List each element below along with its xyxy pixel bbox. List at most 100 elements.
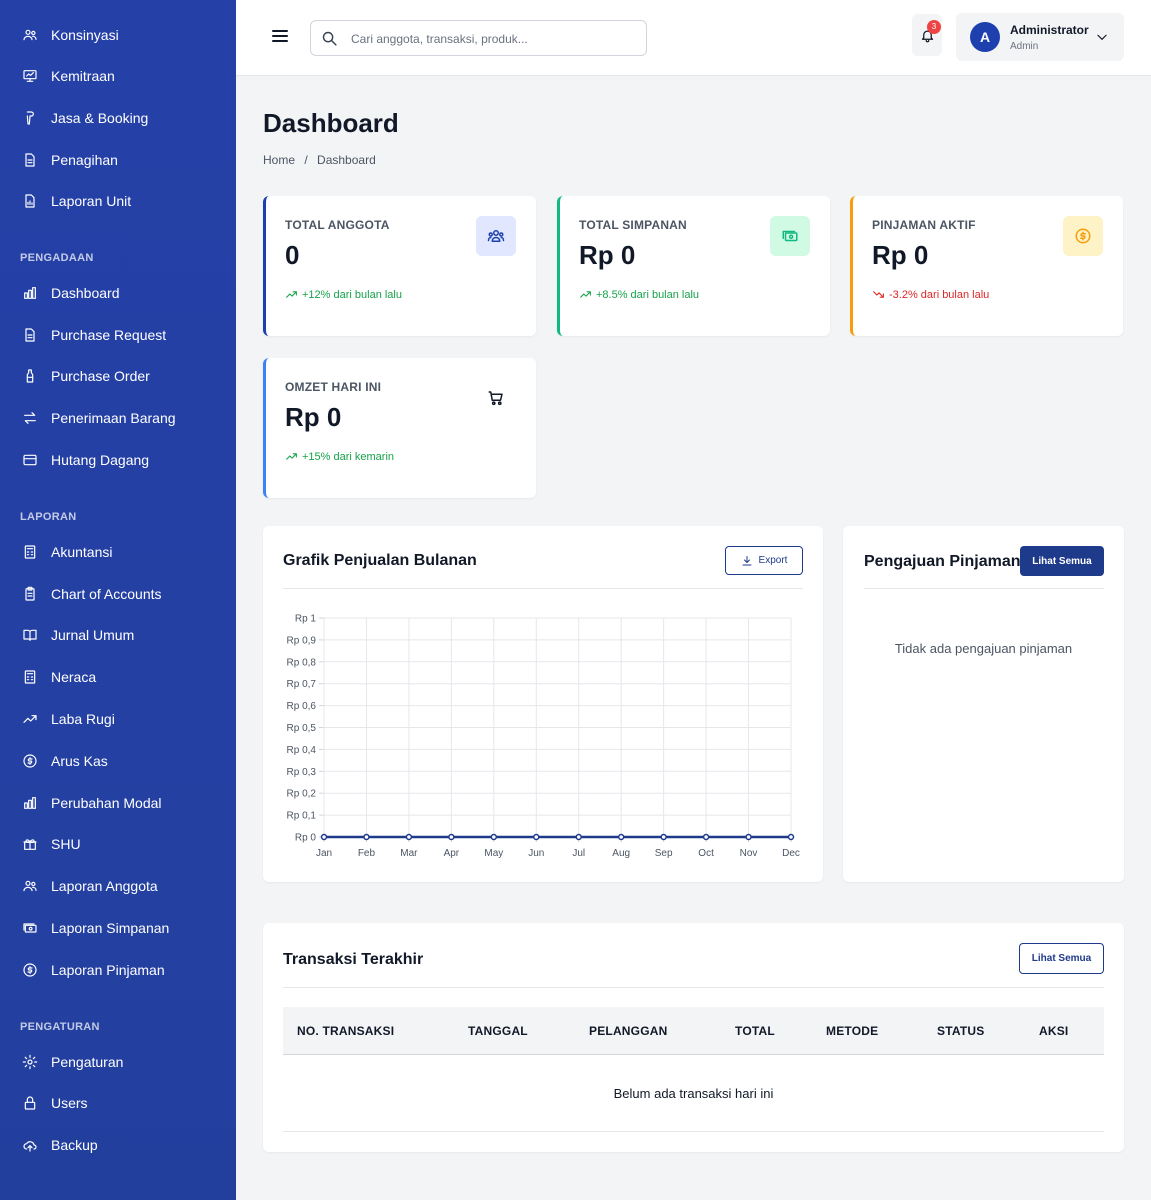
sidebar-item-jasa-booking[interactable]: Jasa & Booking	[0, 101, 236, 135]
breadcrumb-separator: /	[304, 153, 308, 167]
stat-label: TOTAL ANGGOTA	[285, 218, 390, 232]
search-input[interactable]	[351, 27, 636, 51]
sales-data-point	[448, 833, 455, 841]
sidebar-item-neraca[interactable]: Neraca	[0, 660, 236, 694]
x-tick-label: Feb	[358, 848, 376, 859]
menu-toggle-button[interactable]	[270, 26, 290, 46]
sidebar-item-purchase-request[interactable]: Purchase Request	[0, 318, 236, 352]
sales-data-point	[702, 833, 710, 841]
sidebar-item-label: Laporan Unit	[51, 193, 132, 209]
table-header: NO. TRANSAKSI TANGGAL PELANGGAN TOTAL ME…	[283, 1007, 1104, 1055]
stat-value: Rp 0	[872, 240, 929, 270]
recent-transactions-title: Transaksi Terakhir	[283, 951, 424, 968]
trending-up-icon	[23, 715, 37, 723]
column-header-aksi[interactable]: AKSI	[1039, 1024, 1068, 1038]
column-header-total[interactable]: TOTAL	[735, 1024, 775, 1038]
stat-label: OMZET HARI INI	[285, 380, 382, 394]
gift-icon	[23, 839, 37, 850]
sidebar-item-purchase-order[interactable]: Purchase Order	[0, 359, 236, 393]
calculator-icon	[24, 670, 36, 684]
cloud-upload-icon	[23, 1141, 37, 1152]
search-box	[310, 20, 647, 56]
transactions-view-all-button[interactable]: Lihat Semua	[1019, 943, 1104, 974]
x-tick-label: Jan	[316, 848, 332, 859]
sidebar-item-label: Jasa & Booking	[51, 110, 149, 126]
sidebar-item-label: Laporan Pinjaman	[51, 962, 165, 978]
sidebar-item-pengaturan[interactable]: Pengaturan	[0, 1045, 236, 1079]
presentation-icon	[23, 70, 37, 82]
x-tick-label: Apr	[444, 848, 460, 859]
x-tick-label: Jun	[528, 848, 544, 859]
trending-down-icon	[873, 291, 884, 298]
sidebar-item-label: Laporan Anggota	[51, 878, 158, 894]
sidebar-item-chart-of-accounts[interactable]: Chart of Accounts	[0, 577, 236, 611]
sidebar-item-label: Jurnal Umum	[51, 627, 135, 643]
sales-data-point	[405, 833, 413, 841]
sales-data-point	[617, 833, 625, 841]
sales-data-point	[490, 833, 498, 841]
sidebar-item-penagihan[interactable]: Penagihan	[0, 143, 236, 177]
sidebar-item-laporan-unit[interactable]: Laporan Unit	[0, 184, 236, 218]
sidebar-item-label: Dashboard	[51, 285, 120, 301]
stat-trend: -3.2% dari bulan lalu	[872, 288, 989, 301]
x-tick-label: Sep	[655, 848, 673, 859]
stat-card-pinjaman-aktif: PINJAMAN AKTIF Rp 0 -3.2% dari bulan lal…	[850, 196, 1123, 336]
sales-chart-card: Grafik Penjualan Bulanan Export Rp 0 Rp 0…	[263, 526, 823, 882]
sidebar-item-konsinyasi[interactable]: Konsinyasi	[0, 18, 236, 52]
x-tick-label: Nov	[740, 848, 758, 859]
sidebar-item-label: Penagihan	[51, 152, 118, 168]
search-icon	[322, 31, 337, 46]
sidebar-item-shu[interactable]: SHU	[0, 827, 236, 861]
column-header-tanggal[interactable]: TANGGAL	[468, 1024, 528, 1038]
sidebar-item-penerimaan-barang[interactable]: Penerimaan Barang	[0, 401, 236, 435]
cash-icon	[23, 923, 37, 933]
column-header-pelanggan[interactable]: PELANGGAN	[589, 1024, 667, 1038]
loan-applications-title: Pengajuan Pinjaman	[864, 553, 1021, 570]
sidebar-item-laporan-anggota[interactable]: Laporan Anggota	[0, 869, 236, 903]
user-name: Administrator	[1010, 23, 1089, 37]
column-header-no-transaksi[interactable]: NO. TRANSAKSI	[297, 1024, 394, 1038]
column-header-metode[interactable]: METODE	[826, 1024, 878, 1038]
sidebar-item-jurnal-umum[interactable]: Jurnal Umum	[0, 618, 236, 652]
sidebar-item-label: Purchase Order	[51, 368, 150, 384]
avatar: A	[970, 22, 1000, 52]
sidebar-item-perubahan-modal[interactable]: Perubahan Modal	[0, 786, 236, 820]
sidebar-item-laporan-simpanan[interactable]: Laporan Simpanan	[0, 911, 236, 945]
sidebar-item-users[interactable]: Users	[0, 1086, 236, 1120]
trending-up-icon	[286, 453, 297, 460]
sidebar-item-hutang-dagang[interactable]: Hutang Dagang	[0, 443, 236, 477]
sidebar-item-arus-kas[interactable]: Arus Kas	[0, 744, 236, 778]
trending-up-icon	[580, 291, 591, 298]
loans-view-all-button[interactable]: Lihat Semua	[1020, 546, 1104, 576]
user-menu[interactable]: A Administrator Admin	[956, 13, 1124, 61]
credit-card-icon	[23, 454, 37, 466]
users-icon	[487, 230, 505, 242]
sidebar-item-laporan-pinjaman[interactable]: Laporan Pinjaman	[0, 953, 236, 987]
y-tick-label: Rp 0,9	[287, 635, 317, 646]
cart-icon	[488, 391, 503, 406]
sidebar-item-akuntansi[interactable]: Akuntansi	[0, 535, 236, 569]
clipboard-icon	[25, 586, 35, 601]
divider	[864, 588, 1104, 589]
stat-card-omzet-hari-ini: OMZET HARI INI Rp 0 +15% dari kemarin	[263, 358, 536, 498]
calculator-icon	[24, 545, 36, 559]
stat-card-total-simpanan: TOTAL SIMPANAN Rp 0 +8.5% dari bulan lal…	[557, 196, 830, 336]
sidebar-item-dashboard[interactable]: Dashboard	[0, 276, 236, 310]
y-tick-label: Rp 0,7	[287, 679, 317, 690]
notification-button[interactable]: 3	[912, 14, 942, 56]
sales-data-point	[575, 833, 582, 841]
loans-empty-message: Tidak ada pengajuan pinjaman	[894, 641, 1073, 656]
swap-arrows-icon	[24, 412, 36, 424]
y-tick-label: Rp 0,1	[287, 811, 317, 822]
stat-trend: +8.5% dari bulan lalu	[579, 288, 699, 301]
breadcrumb-home[interactable]: Home	[263, 153, 295, 167]
y-tick-label: Rp 0,3	[287, 767, 317, 778]
sidebar-item-label: Laporan Simpanan	[51, 920, 170, 936]
sidebar-item-laba-rugi[interactable]: Laba Rugi	[0, 702, 236, 736]
column-header-status[interactable]: STATUS	[937, 1024, 984, 1038]
sidebar-item-kemitraan[interactable]: Kemitraan	[0, 59, 236, 93]
sidebar-section-laporan: LAPORAN	[20, 511, 77, 523]
sidebar-item-backup[interactable]: Backup	[0, 1128, 236, 1162]
sidebar-item-label: SHU	[51, 836, 81, 852]
sales-data-point	[533, 833, 540, 841]
